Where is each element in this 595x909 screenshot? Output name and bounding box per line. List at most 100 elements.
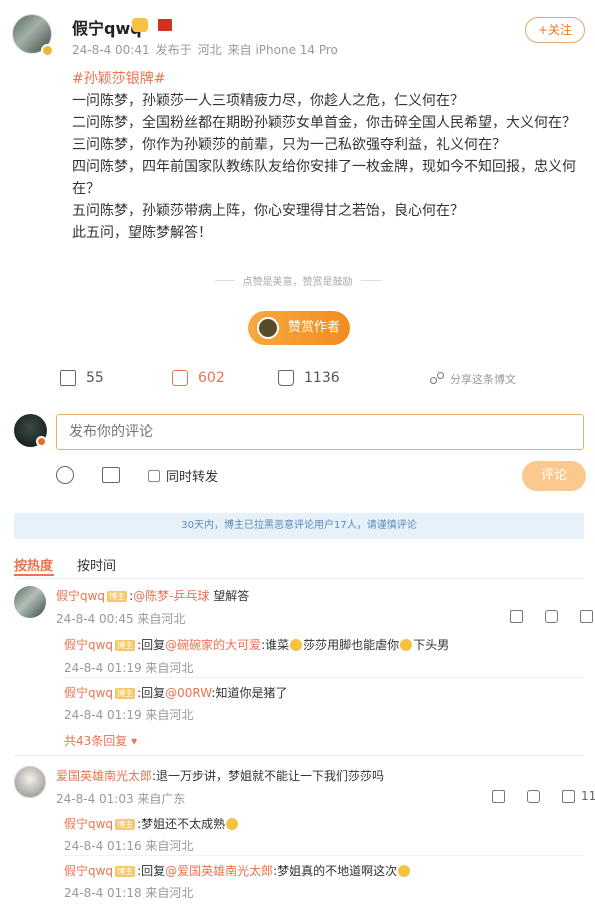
reply-prefix: :回复 [137, 864, 166, 878]
author-tag: 博主 [115, 640, 136, 651]
post-date[interactable]: 24-8-4 00:41 [72, 43, 150, 57]
comment-tools: 同时转发 评论 [56, 460, 586, 494]
repost-icon [60, 370, 76, 386]
comment-text: 假宁qwq 博主:@陈梦-乒乓球 望解答 [56, 587, 249, 604]
tab-time[interactable]: 按时间 [77, 555, 116, 574]
sort-tabs: 按热度 按时间 [14, 555, 116, 574]
divider [14, 578, 584, 579]
post-line: 此五问，望陈梦解答！ [72, 225, 212, 241]
reply-author[interactable]: 假宁qwq [64, 638, 113, 652]
reply-meta: 24-8-4 01:16 来自河北 [64, 839, 194, 853]
reply-body: :知道你是猪了 [211, 686, 288, 700]
member-level-icon [132, 18, 148, 32]
follow-button[interactable]: +关注 [525, 17, 585, 43]
post-line: 三问陈梦，你作为孙颖莎的前辈，只为一己私欲强夺利益，礼义何在？ [72, 137, 506, 153]
comment-body: :退一万步讲，梦姐就不能让一下我们莎莎吗 [152, 769, 385, 783]
repost-checkbox[interactable]: 同时转发 [148, 466, 218, 485]
post-line: 五问陈梦，孙颖莎带病上阵，你心安理得甘之若饴，良心何在？ [72, 203, 464, 219]
post-meta: 24-8-4 00:41 发布于 河北 来自 iPhone 14 Pro [72, 41, 344, 58]
reply-author[interactable]: 假宁qwq [64, 817, 113, 831]
post-line: 二问陈梦，全国粉丝都在期盼孙颖莎女单首金，你击碎全国人民希望，大义何在？ [72, 115, 576, 131]
image-icon[interactable] [102, 467, 120, 483]
reply-prefix: :回复 [137, 686, 166, 700]
post-action-bar: 55 602 1136 分享这条博文 [0, 370, 595, 398]
reply-body: :谁菜 [261, 638, 290, 652]
comment-meta: 24-8-4 00:45 来自河北 [56, 612, 186, 626]
comment-icon [172, 370, 188, 386]
submit-comment-button[interactable]: 评论 [522, 461, 586, 491]
divider [14, 755, 584, 756]
post-line: 一问陈梦，孙颖莎一人三项精疲力尽，你趁人之危，仁义何在？ [72, 93, 464, 109]
repost-icon[interactable] [510, 610, 523, 623]
comment-author[interactable]: 爱国英雄南光太郎 [56, 769, 152, 783]
reply-prefix: :回复 [137, 638, 166, 652]
reply-text: 假宁qwq 博主:回复@碗碗家的大可爱:谁菜 莎莎用脚也能虐你 下头男 [64, 636, 449, 653]
post-line: 四问陈梦，四年前国家队教练队友给你安排了一枚金牌，现如今不知回报，忠义何在？ [72, 159, 576, 197]
reply-body: 下头男 [413, 638, 450, 652]
comment-actions: 11 [492, 789, 595, 803]
repost-button[interactable]: 55 [60, 370, 104, 386]
like-button[interactable]: 1136 [278, 370, 340, 386]
reply-meta: 24-8-4 01:18 来自河北 [64, 886, 194, 900]
mention-link[interactable]: @爱国英雄南光太郎 [165, 864, 273, 878]
repost-count: 55 [86, 370, 104, 386]
post-header: 假宁qwq 24-8-4 00:41 发布于 河北 来自 iPhone 14 Pro … [12, 12, 587, 60]
mention-link[interactable]: @00RW [165, 686, 211, 700]
emoji-icon [400, 639, 413, 651]
repost-icon[interactable] [492, 789, 505, 803]
mention-link[interactable]: @碗碗家的大可爱 [165, 638, 261, 652]
reply-text: 假宁qwq 博主:回复@00RW:知道你是猪了 [64, 684, 287, 701]
reply-meta: 24-8-4 01:19 来自河北 [64, 708, 194, 722]
verified-badge-icon [41, 44, 54, 57]
tab-hot[interactable]: 按热度 [14, 555, 53, 574]
reward-area: 点赞是美意，赞赏是鼓励 赞赏作者 [0, 273, 595, 345]
reply-text: 假宁qwq 博主:梦姐还不太成熟 [64, 815, 239, 832]
thumbs-up-icon[interactable] [580, 610, 593, 623]
comment-author[interactable]: 假宁qwq [56, 589, 105, 603]
comment-avatar[interactable] [14, 586, 46, 618]
hashtag-link[interactable]: #孙颖莎银牌# [72, 71, 165, 87]
emoji-icon [290, 639, 303, 651]
reward-coin-icon [257, 317, 279, 339]
comment-input[interactable] [56, 414, 584, 450]
mention-link[interactable]: @陈梦-乒乓球 [133, 589, 209, 603]
author-tag: 博主 [115, 866, 136, 877]
more-replies-label: 共43条回复 [64, 734, 128, 748]
reply-meta: 24-8-4 01:19 来自河北 [64, 661, 194, 675]
author-tag: 博主 [115, 819, 136, 830]
checkbox-box[interactable] [148, 469, 160, 482]
reply-author[interactable]: 假宁qwq [64, 864, 113, 878]
comment-like-count: 11 [581, 789, 595, 803]
reply-author[interactable]: 假宁qwq [64, 686, 113, 700]
comment-button[interactable]: 602 [172, 370, 225, 386]
comment-meta: 24-8-4 01:03 来自广东 [56, 792, 186, 806]
author-tag: 博主 [115, 688, 136, 699]
emoji-icon[interactable] [56, 466, 74, 484]
reply-body: 莎莎用脚也能虐你 [303, 638, 400, 652]
posted-from-label: 发布于 [155, 43, 192, 57]
like-count: 1136 [304, 370, 340, 386]
thumbs-up-icon [562, 789, 575, 803]
reply-text: 假宁qwq 博主:回复@爱国英雄南光太郎:梦姐真的不地道啊这次 [64, 862, 411, 879]
repost-checkbox-label: 同时转发 [166, 470, 219, 485]
emoji-icon [226, 818, 239, 830]
user-badge-icon [36, 436, 47, 447]
comment-icon[interactable] [527, 789, 540, 803]
reward-author-button[interactable]: 赞赏作者 [248, 311, 350, 345]
author-tag: 博主 [107, 591, 128, 602]
reward-button-label: 赞赏作者 [288, 320, 341, 335]
reply-body: :梦姐还不太成熟 [137, 817, 226, 831]
notice-bar: 30天内，博主已拉黑恶意评论用户17人，请谨慎评论 [14, 513, 584, 539]
post-device: 来自 iPhone 14 Pro [227, 43, 338, 57]
comment-text: 爱国英雄南光太郎:退一万步讲，梦姐就不能让一下我们莎莎吗 [56, 767, 384, 784]
comment-like-button[interactable]: 11 [562, 789, 595, 803]
reply-body: :梦姐真的不地道啊这次 [273, 864, 398, 878]
reward-divider-text: 点赞是美意，赞赏是鼓励 [0, 273, 595, 288]
comment-icon[interactable] [545, 610, 558, 623]
comment-avatar[interactable] [14, 766, 46, 798]
comment-actions [510, 610, 593, 623]
more-replies-link[interactable]: 共43条回复 ▾ [64, 732, 137, 749]
post-body: #孙颖莎银牌# 一问陈梦，孙颖莎一人三项精疲力尽，你趁人之危，仁义何在？ 二问陈… [72, 68, 587, 244]
flag-icon [158, 19, 172, 31]
share-button[interactable]: 分享这条博文 [430, 371, 516, 387]
